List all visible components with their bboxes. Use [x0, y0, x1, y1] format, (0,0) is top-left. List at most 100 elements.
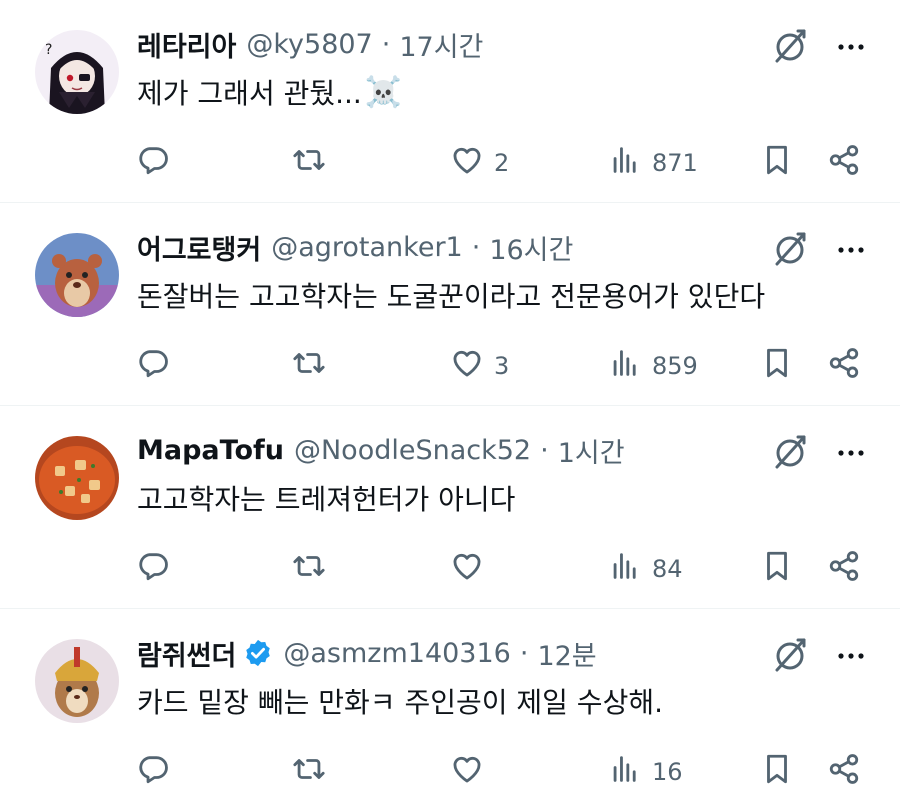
bookmark-button[interactable] — [760, 341, 794, 391]
user-handle[interactable]: @ky5807 — [246, 29, 372, 60]
reply-button[interactable] — [136, 747, 180, 797]
grok-icon[interactable] — [770, 229, 810, 269]
tweet-text-content: 카드 밑장 빼는 만화ㅋ 주인공이 제일 수상해. — [137, 686, 663, 719]
share-button[interactable] — [827, 747, 861, 797]
tweet[interactable]: 어그로탱커 @agrotanker1 · 16시간 돈잘버는 고고학자는 도굴꾼… — [0, 203, 900, 406]
tweet-text-content: 고고학자는 트레져헌터가 아니다 — [137, 483, 516, 516]
tweet-text-content: 돈잘버는 고고학자는 도굴꾼이라고 전문용어가 있단다 — [137, 280, 766, 313]
skull-emoji: ☠️ — [364, 74, 403, 110]
share-icon — [827, 549, 861, 589]
views-button[interactable]: 871 — [608, 138, 698, 188]
timestamp[interactable]: 16시간 — [489, 228, 573, 267]
avatar[interactable]: ? — [35, 30, 119, 114]
svg-text:?: ? — [45, 42, 52, 58]
like-button[interactable] — [450, 544, 494, 594]
bookmark-icon — [760, 549, 794, 589]
like-button[interactable]: 3 — [450, 341, 509, 391]
tweet-text: 고고학자는 트레져헌터가 아니다 — [137, 478, 515, 518]
share-icon — [827, 752, 861, 792]
views-count: 16 — [652, 758, 683, 786]
action-bar: 16 — [130, 747, 870, 797]
like-count: 3 — [494, 352, 510, 380]
like-button[interactable]: 2 — [450, 138, 509, 188]
share-button[interactable] — [827, 138, 861, 188]
reply-icon — [136, 752, 170, 792]
bookmark-icon — [760, 752, 794, 792]
heart-icon — [450, 346, 484, 386]
grok-icon[interactable] — [770, 26, 810, 66]
separator-dot: · — [381, 28, 391, 60]
views-button[interactable]: 84 — [608, 544, 683, 594]
avatar[interactable] — [35, 233, 119, 317]
analytics-icon — [608, 752, 642, 792]
tweet-text-content: 제가 그래서 관뒀... — [137, 77, 362, 110]
analytics-icon — [608, 143, 642, 183]
tweet-text: 카드 밑장 빼는 만화ㅋ 주인공이 제일 수상해. — [137, 681, 663, 721]
grok-icon[interactable] — [770, 432, 810, 472]
more-icon[interactable] — [834, 639, 868, 673]
tweet-text: 돈잘버는 고고학자는 도굴꾼이라고 전문용어가 있단다 — [137, 275, 765, 315]
like-count: 2 — [494, 149, 510, 177]
separator-dot: · — [519, 637, 529, 669]
share-button[interactable] — [827, 341, 861, 391]
reply-button[interactable] — [136, 138, 180, 188]
bookmark-icon — [760, 346, 794, 386]
more-icon[interactable] — [834, 233, 868, 267]
retweet-icon — [292, 346, 326, 386]
heart-icon — [450, 143, 484, 183]
retweet-icon — [292, 549, 326, 589]
retweet-button[interactable] — [292, 341, 336, 391]
analytics-icon — [608, 346, 642, 386]
tweet-header: MapaTofu @NoodleSnack52 · 1시간 — [137, 430, 760, 470]
separator-dot: · — [471, 231, 481, 263]
reply-icon — [136, 346, 170, 386]
views-count: 859 — [652, 352, 698, 380]
reply-button[interactable] — [136, 544, 180, 594]
heart-icon — [450, 752, 484, 792]
avatar[interactable] — [35, 436, 119, 520]
share-icon — [827, 346, 861, 386]
reply-feed: ? 레타리아 @ky5807 · 17시간 제가 그래서 관뒀... ☠️ 2 … — [0, 0, 900, 812]
bookmark-icon — [760, 143, 794, 183]
timestamp[interactable]: 12분 — [537, 634, 596, 673]
views-count: 84 — [652, 555, 683, 583]
bookmark-button[interactable] — [760, 747, 794, 797]
action-bar: 3 859 — [130, 341, 870, 391]
user-handle[interactable]: @asmzm140316 — [283, 638, 510, 669]
tweet[interactable]: MapaTofu @NoodleSnack52 · 1시간 고고학자는 트레져헌… — [0, 406, 900, 609]
timestamp[interactable]: 1시간 — [558, 431, 625, 470]
grok-icon[interactable] — [770, 635, 810, 675]
retweet-icon — [292, 143, 326, 183]
timestamp[interactable]: 17시간 — [399, 25, 483, 64]
user-handle[interactable]: @NoodleSnack52 — [294, 435, 531, 466]
bookmark-button[interactable] — [760, 544, 794, 594]
action-bar: 84 — [130, 544, 870, 594]
tweet-header: 람쥐썬더 @asmzm140316 · 12분 — [137, 633, 760, 673]
bookmark-button[interactable] — [760, 138, 794, 188]
retweet-button[interactable] — [292, 544, 336, 594]
display-name[interactable]: MapaTofu — [137, 435, 284, 466]
display-name[interactable]: 레타리아 — [137, 25, 236, 64]
like-button[interactable] — [450, 747, 494, 797]
more-icon[interactable] — [834, 30, 868, 64]
user-handle[interactable]: @agrotanker1 — [271, 232, 463, 263]
avatar[interactable] — [35, 639, 119, 723]
reply-icon — [136, 143, 170, 183]
tweet[interactable]: ? 레타리아 @ky5807 · 17시간 제가 그래서 관뒀... ☠️ 2 … — [0, 0, 900, 203]
retweet-button[interactable] — [292, 747, 336, 797]
views-count: 871 — [652, 149, 698, 177]
tweet-text: 제가 그래서 관뒀... ☠️ — [137, 72, 402, 112]
reply-button[interactable] — [136, 341, 180, 391]
heart-icon — [450, 549, 484, 589]
display-name[interactable]: 어그로탱커 — [137, 228, 261, 267]
views-button[interactable]: 16 — [608, 747, 683, 797]
views-button[interactable]: 859 — [608, 341, 698, 391]
retweet-icon — [292, 752, 326, 792]
retweet-button[interactable] — [292, 138, 336, 188]
display-name[interactable]: 람쥐썬더 — [137, 634, 236, 673]
share-button[interactable] — [827, 544, 861, 594]
more-icon[interactable] — [834, 436, 868, 470]
tweet-header: 레타리아 @ky5807 · 17시간 — [137, 24, 760, 64]
verified-badge-icon — [243, 638, 273, 668]
tweet[interactable]: 람쥐썬더 @asmzm140316 · 12분 카드 밑장 빼는 만화ㅋ 주인공… — [0, 609, 900, 812]
